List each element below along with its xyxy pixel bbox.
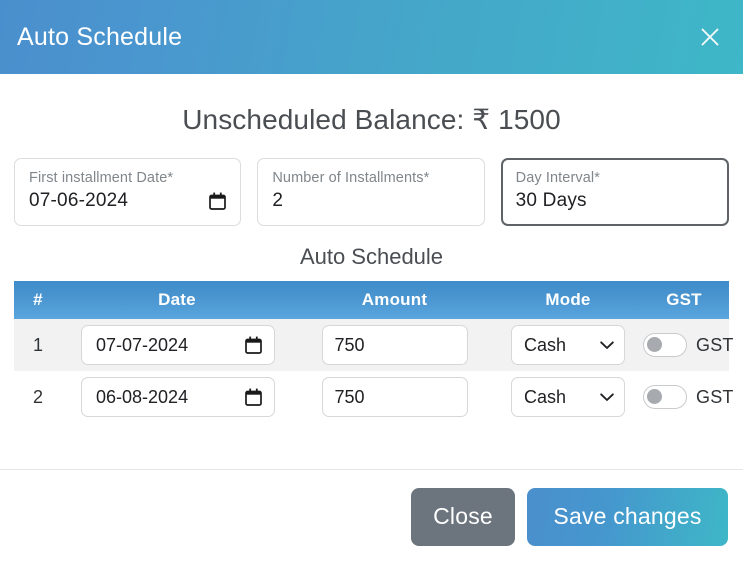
number-of-installments-value: 2 <box>272 189 284 211</box>
installment-amount-input[interactable]: 750 <box>321 377 468 418</box>
installment-amount-value: 750 <box>334 386 365 407</box>
row-number: 1 <box>32 334 43 355</box>
column-header-mode: Mode <box>497 281 639 320</box>
schedule-table: # Date Amount Mode GST 1 07-07-2024 750 … <box>14 281 733 424</box>
modal-header: Auto Schedule <box>0 0 743 74</box>
column-header-date: Date <box>62 281 292 320</box>
column-header-number: # <box>14 281 62 320</box>
table-row: 2 06-08-2024 750 Cash GST <box>14 371 733 424</box>
chevron-down-icon <box>600 341 614 350</box>
installment-date-value: 06-08-2024 <box>96 386 189 407</box>
row-number: 2 <box>32 386 43 407</box>
payment-mode-select[interactable]: Cash <box>511 325 625 366</box>
day-interval-label: Day Interval* <box>515 169 600 186</box>
auto-schedule-modal: Auto Schedule Unscheduled Balance: ₹ 150… <box>0 0 743 563</box>
first-installment-date-label: First installment Date* <box>29 169 174 186</box>
gst-toggle-knob <box>647 337 662 353</box>
first-installment-date-field[interactable]: First installment Date* 07-06-2024 <box>14 157 242 226</box>
number-of-installments-label: Number of Installments* <box>272 169 430 186</box>
installment-date-input[interactable]: 07-07-2024 <box>81 325 275 366</box>
modal-title: Auto Schedule <box>17 22 183 51</box>
column-header-gst: GST <box>639 281 729 320</box>
modal-footer: Close Save changes <box>0 469 743 563</box>
unscheduled-balance: Unscheduled Balance: ₹ 1500 <box>182 104 561 135</box>
gst-label: GST <box>696 386 734 407</box>
close-button[interactable]: Close <box>411 487 515 546</box>
gst-label: GST <box>696 334 734 355</box>
installment-amount-input[interactable]: 750 <box>321 325 468 366</box>
table-row: 1 07-07-2024 750 Cash GST <box>14 319 733 372</box>
installment-date-input[interactable]: 06-08-2024 <box>81 377 275 418</box>
schedule-parameters: First installment Date* 07-06-2024 Numbe… <box>14 157 729 226</box>
payment-mode-select[interactable]: Cash <box>511 377 625 418</box>
number-of-installments-field[interactable]: Number of Installments* 2 <box>257 157 485 226</box>
gst-toggle[interactable] <box>643 333 687 358</box>
modal-body: Unscheduled Balance: ₹ 1500 First instal… <box>0 74 743 469</box>
save-changes-button[interactable]: Save changes <box>527 487 728 546</box>
day-interval-field[interactable]: Day Interval* 30 Days <box>500 157 729 226</box>
chevron-down-icon <box>600 393 614 402</box>
payment-mode-value: Cash <box>524 386 567 407</box>
gst-toggle[interactable] <box>643 385 687 410</box>
installment-amount-value: 750 <box>334 334 365 355</box>
column-header-amount: Amount <box>292 281 497 320</box>
calendar-icon[interactable] <box>209 192 227 211</box>
payment-mode-value: Cash <box>524 334 567 355</box>
first-installment-date-value: 07-06-2024 <box>29 189 129 211</box>
installment-date-value: 07-07-2024 <box>96 334 189 355</box>
table-header-row: # Date Amount Mode GST <box>14 281 729 320</box>
day-interval-value: 30 Days <box>515 189 587 211</box>
schedule-section-title: Auto Schedule <box>299 243 444 269</box>
gst-toggle-knob <box>647 389 662 405</box>
calendar-icon[interactable] <box>245 388 262 406</box>
close-icon[interactable] <box>695 22 725 52</box>
calendar-icon[interactable] <box>245 336 262 354</box>
